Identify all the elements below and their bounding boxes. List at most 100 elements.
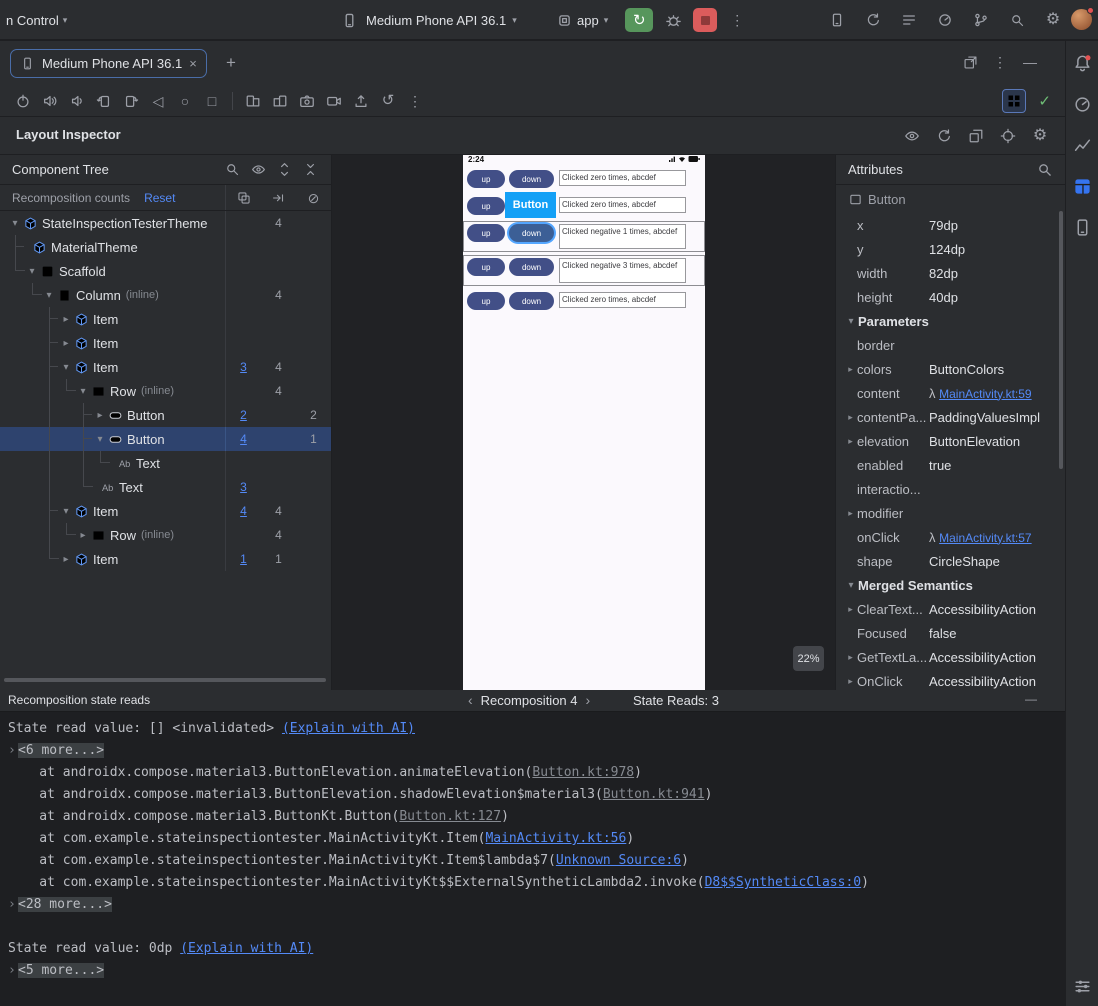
upload-icon[interactable] bbox=[350, 90, 372, 112]
tree-node-column[interactable]: ▾ Column (inline) 4 bbox=[0, 283, 331, 307]
count-c1[interactable]: 3 bbox=[226, 475, 261, 499]
search-icon[interactable] bbox=[1035, 161, 1053, 179]
rotate-right-icon[interactable] bbox=[120, 90, 142, 112]
tree-node-row[interactable]: ▸ Row (inline) 4 bbox=[0, 523, 331, 547]
fold-summary[interactable]: <5 more...> bbox=[18, 963, 105, 978]
chevron-down-icon[interactable]: ▾ bbox=[844, 316, 858, 327]
attribute-row[interactable]: width 82dp bbox=[836, 261, 1065, 285]
profiler-tool-icon[interactable] bbox=[1070, 92, 1094, 116]
tree-node-text[interactable]: Ab Text bbox=[0, 451, 331, 475]
pick-element-icon[interactable] bbox=[997, 125, 1019, 147]
tree-node-button[interactable]: ▾ Button 4 1 bbox=[0, 427, 331, 451]
attribute-row[interactable]: enabled true bbox=[836, 453, 1065, 477]
open-in-window-icon[interactable] bbox=[959, 51, 981, 73]
screen-record-icon[interactable] bbox=[323, 90, 345, 112]
overview-icon[interactable]: □ bbox=[201, 90, 223, 112]
more-icon[interactable]: ⋮ bbox=[404, 90, 426, 112]
close-icon[interactable]: × bbox=[189, 57, 197, 70]
attribute-row[interactable]: x 79dp bbox=[836, 213, 1065, 237]
tree-chevron-icon[interactable]: ▾ bbox=[8, 218, 22, 229]
expand-all-icon[interactable] bbox=[275, 161, 293, 179]
console-link[interactable]: (Explain with AI) bbox=[282, 721, 415, 736]
visibility-icon[interactable] bbox=[249, 161, 267, 179]
attribute-value-link[interactable]: MainActivity.kt:59 bbox=[939, 387, 1031, 401]
tree-chevron-icon[interactable]: ▾ bbox=[59, 362, 73, 373]
expander-icon[interactable]: ▸ bbox=[844, 676, 857, 687]
tree-chevron-icon[interactable]: ▸ bbox=[59, 554, 73, 565]
notifications-icon[interactable] bbox=[1070, 51, 1094, 75]
tree-node-item[interactable]: ▸ Item bbox=[0, 307, 331, 331]
device-text-field[interactable]: Clicked negative 3 times, abcdef bbox=[559, 258, 686, 283]
tree-node-item[interactable]: ▸ Item bbox=[0, 331, 331, 355]
more-run-actions-icon[interactable]: ⋮ bbox=[730, 13, 744, 27]
tree-node-text[interactable]: Ab Text 3 bbox=[0, 475, 331, 499]
tree-chevron-icon[interactable]: ▸ bbox=[93, 410, 107, 421]
count-c1[interactable]: 4 bbox=[226, 499, 261, 523]
attribute-row[interactable]: ▸ GetTextLa... AccessibilityAction bbox=[836, 645, 1065, 669]
device-manager-icon[interactable] bbox=[826, 9, 848, 31]
chevron-down-icon[interactable]: ▾ bbox=[844, 580, 858, 591]
device-down-button[interactable]: down bbox=[509, 292, 554, 310]
minimize-icon[interactable]: — bbox=[1025, 692, 1037, 706]
fold-icon[interactable] bbox=[242, 90, 264, 112]
console-options-icon[interactable] bbox=[1070, 974, 1094, 998]
reset-counts-link[interactable]: Reset bbox=[144, 191, 175, 205]
tree-node-stateinspectiontestertheme[interactable]: ▾ StateInspectionTesterTheme 4 bbox=[0, 211, 331, 235]
tree-chevron-icon[interactable]: ▾ bbox=[25, 266, 39, 277]
attribute-row[interactable]: content λ MainActivity.kt:59 bbox=[836, 381, 1065, 405]
more-icon[interactable]: ⋮ bbox=[989, 51, 1011, 73]
todo-list-icon[interactable] bbox=[898, 9, 920, 31]
device-up-button[interactable]: up bbox=[467, 292, 505, 310]
camera-icon[interactable] bbox=[296, 90, 318, 112]
volume-up-icon[interactable] bbox=[39, 90, 61, 112]
search-icon[interactable] bbox=[223, 161, 241, 179]
device-up-button[interactable]: up bbox=[467, 258, 505, 276]
console-link[interactable]: Button.kt:127 bbox=[399, 809, 501, 824]
volume-down-icon[interactable] bbox=[66, 90, 88, 112]
device-text-field[interactable]: Clicked negative 1 times, abcdef bbox=[559, 224, 686, 249]
device-down-button[interactable]: down bbox=[509, 258, 554, 276]
insights-icon[interactable] bbox=[1070, 133, 1094, 157]
power-icon[interactable] bbox=[12, 90, 34, 112]
tab-medium-phone[interactable]: Medium Phone API 36.1 × bbox=[10, 49, 207, 78]
device-up-button[interactable]: up bbox=[467, 197, 505, 215]
expander-icon[interactable]: ▸ bbox=[844, 364, 857, 375]
tree-chevron-icon[interactable]: ▾ bbox=[59, 506, 73, 517]
attribute-row[interactable]: shape CircleShape bbox=[836, 549, 1065, 573]
home-icon[interactable]: ○ bbox=[174, 90, 196, 112]
tree-node-button[interactable]: ▸ Button 2 2 bbox=[0, 403, 331, 427]
layout-inspector-icon[interactable] bbox=[1070, 174, 1094, 198]
console-output[interactable]: State read value: [] <invalidated> (Expl… bbox=[0, 712, 1065, 1006]
horizontal-scrollbar[interactable] bbox=[4, 678, 326, 682]
inspector-settings-icon[interactable]: ⚙ bbox=[1029, 125, 1051, 147]
run-config-selector[interactable]: app ▾ bbox=[556, 12, 608, 28]
tree-chevron-icon[interactable]: ▸ bbox=[59, 314, 73, 325]
device-screen[interactable]: 2:24 updownClicked zero times, abcdefupd… bbox=[463, 155, 705, 690]
debug-button[interactable] bbox=[662, 9, 684, 31]
attribute-row[interactable]: ▸ OnClick AccessibilityAction bbox=[836, 669, 1065, 690]
expand-icon[interactable]: › bbox=[8, 894, 18, 916]
console-link[interactable]: Button.kt:978 bbox=[532, 765, 634, 780]
vcs-widget[interactable]: n Control ▾ bbox=[6, 0, 67, 40]
count-c1[interactable]: 2 bbox=[226, 403, 261, 427]
tree-node-materialtheme[interactable]: MaterialTheme bbox=[0, 235, 331, 259]
count-c1[interactable]: 3 bbox=[226, 355, 261, 379]
console-link[interactable]: Button.kt:941 bbox=[603, 787, 705, 802]
device-selector[interactable]: Medium Phone API 36.1 ▾ bbox=[338, 9, 517, 31]
refresh-icon[interactable] bbox=[933, 125, 955, 147]
attribute-row[interactable]: ▸ contentPa... PaddingValuesImpl bbox=[836, 405, 1065, 429]
tree-chevron-icon[interactable]: ▾ bbox=[42, 290, 56, 301]
tree-node-item[interactable]: ▾ Item 3 4 bbox=[0, 355, 331, 379]
tree-chevron-icon[interactable]: ▸ bbox=[59, 338, 73, 349]
console-link[interactable]: (Explain with AI) bbox=[180, 941, 313, 956]
tree-node-scaffold[interactable]: ▾ Scaffold bbox=[0, 259, 331, 283]
unfold-icon[interactable] bbox=[269, 90, 291, 112]
attribute-row[interactable]: ▸ colors ButtonColors bbox=[836, 357, 1065, 381]
sync-icon[interactable] bbox=[862, 9, 884, 31]
expander-icon[interactable]: ▸ bbox=[844, 436, 857, 447]
search-icon[interactable] bbox=[1006, 9, 1028, 31]
expander-icon[interactable]: ▸ bbox=[844, 508, 857, 519]
live-updates-icon[interactable] bbox=[901, 125, 923, 147]
tree-node-row[interactable]: ▾ Row (inline) 4 bbox=[0, 379, 331, 403]
fold-summary[interactable]: <6 more...> bbox=[18, 743, 105, 758]
